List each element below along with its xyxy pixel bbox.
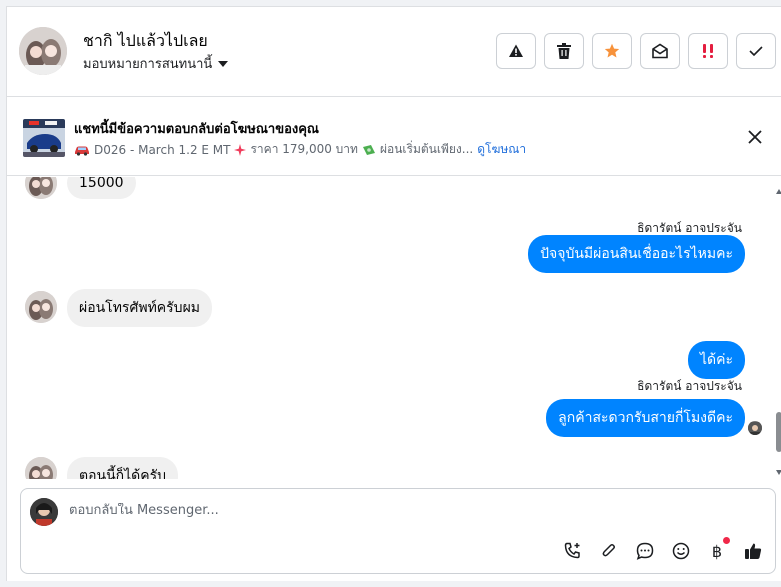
car-icon (75, 146, 89, 156)
sender-name: ธิดารัตน์ อาจประจัน (637, 379, 742, 393)
message-list[interactable]: 15000 ธิดารัตน์ อาจประจัน ปัจจุบันมีผ่อน… (7, 177, 781, 479)
ad-reply-banner: แชทนี้มีข้อความตอบกลับต่อโฆษณาของคุณ D02… (7, 98, 781, 176)
trash-icon (557, 43, 571, 59)
ad-banner-title: แชทนี้มีข้อความตอบกลับต่อโฆษณาของคุณ (74, 122, 319, 137)
sparkle-icon (234, 143, 247, 156)
star-icon (604, 43, 620, 58)
conversation-header: ชากิ ไปแล้วไปเลย มอบหมายการสนทนานี้ (7, 7, 781, 97)
baht-icon: ฿ (711, 541, 723, 561)
smiley-icon (672, 542, 690, 560)
ad-thumbnail[interactable] (23, 119, 65, 157)
seen-indicator-avatar (748, 421, 762, 435)
message-bubble-incoming[interactable]: 15000 (67, 177, 136, 199)
contact-avatar-small (25, 177, 57, 199)
message-bubble-incoming[interactable]: ตอนนี้ก็ได้ครับ (67, 457, 179, 479)
header-actions (496, 33, 776, 69)
reply-composer: ฿ (20, 488, 776, 574)
message-bubble-outgoing[interactable]: ปัจจุบันมีผ่อนสินเชื่ออะไรไหมคะ (528, 235, 745, 273)
envelope-open-icon (652, 43, 668, 59)
agent-avatar (30, 498, 58, 526)
double-exclamation-icon (703, 44, 713, 58)
contact-name: ชากิ ไปแล้วไปเลย (83, 31, 208, 50)
contact-avatar-small (25, 457, 57, 479)
ad-price: ราคา 179,000 บาท (250, 142, 358, 156)
ad-product: D026 - March 1.2 E MT (94, 142, 231, 157)
star-button[interactable] (592, 33, 632, 69)
assign-conversation-dropdown[interactable]: มอบหมายการสนทนานี้ (83, 53, 229, 74)
warning-icon (509, 44, 523, 57)
assign-label: มอบหมายการสนทนานี้ (83, 57, 213, 72)
ad-installment: ผ่อนเริ่มต้นเพียง... (379, 142, 474, 156)
saved-replies-button[interactable] (635, 541, 655, 561)
like-button[interactable] (743, 541, 763, 561)
money-icon (362, 144, 375, 155)
message-scrollbar[interactable] (775, 177, 781, 479)
report-button[interactable] (496, 33, 536, 69)
message-bubble-outgoing[interactable]: ลูกค้าสะดวกรับสายกี่โมงดีคะ (546, 399, 745, 437)
notification-dot (723, 537, 730, 544)
thumbs-up-icon (745, 543, 762, 559)
chevron-down-icon (218, 60, 229, 67)
contact-avatar[interactable] (19, 27, 67, 75)
paperclip-icon (602, 544, 615, 557)
check-icon (749, 46, 763, 57)
call-button[interactable] (563, 541, 583, 561)
view-ad-link[interactable]: ดูโฆษณา (477, 140, 526, 159)
scroll-up-arrow[interactable] (776, 189, 781, 194)
ad-banner-details: D026 - March 1.2 E MT ราคา 179,000 บาท ผ… (74, 140, 526, 159)
scrollbar-thumb[interactable] (776, 412, 781, 452)
chat-bubble-icon (636, 542, 654, 560)
composer-toolbar: ฿ (563, 537, 763, 561)
phone-add-icon (564, 542, 580, 559)
conversation-panel: ชากิ ไปแล้วไปเลย มอบหมายการสนทนานี้ แชทน… (6, 6, 781, 581)
mark-unread-button[interactable] (640, 33, 680, 69)
contact-avatar-small (25, 291, 57, 323)
delete-button[interactable] (544, 33, 584, 69)
attach-button[interactable] (599, 541, 619, 561)
scroll-down-arrow[interactable] (776, 470, 781, 475)
close-icon[interactable] (748, 130, 762, 144)
message-bubble-outgoing[interactable]: ได้ค่ะ (687, 341, 745, 379)
reply-input[interactable] (69, 503, 669, 518)
priority-button[interactable] (688, 33, 728, 69)
payment-button[interactable]: ฿ (707, 537, 730, 561)
done-button[interactable] (736, 33, 776, 69)
message-bubble-incoming[interactable]: ผ่อนโทรศัพท์ครับผม (67, 289, 212, 327)
emoji-button[interactable] (671, 541, 691, 561)
